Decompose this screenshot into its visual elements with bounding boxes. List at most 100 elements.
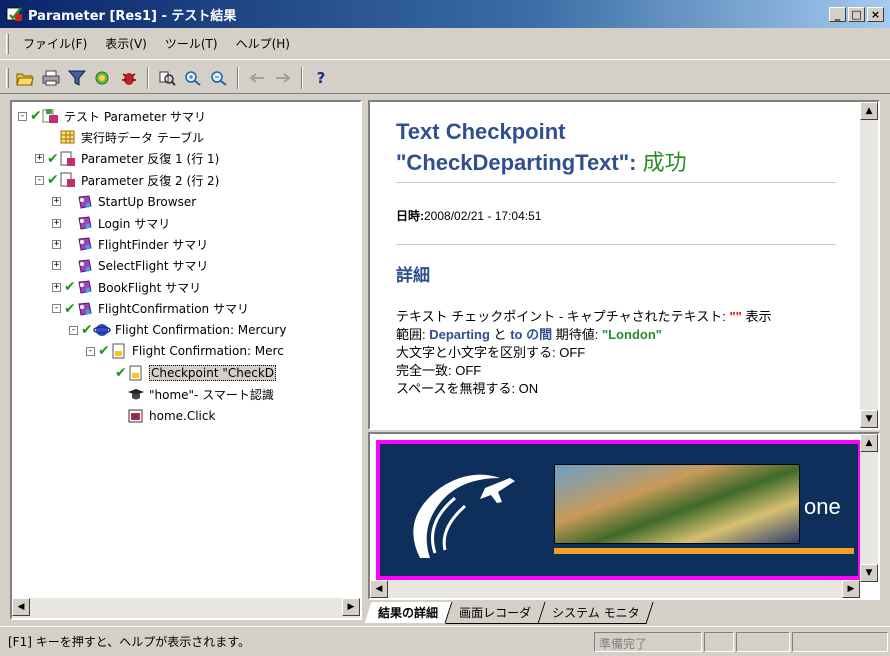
tree-node[interactable]: + SelectFlight サマリ (52, 256, 208, 276)
expand-icon[interactable]: + (52, 261, 61, 271)
expand-icon[interactable]: + (52, 239, 61, 249)
passed-check-icon: ✔ (64, 300, 76, 317)
tree-horizontal-scrollbar[interactable]: ◀ ▶ (12, 598, 360, 618)
result-details-pane: Text Checkpoint "CheckDepartingText": 成功… (368, 100, 880, 430)
scroll-right-icon[interactable]: ▶ (342, 598, 360, 616)
passed-check-icon: ✔ (47, 172, 59, 189)
menu-help[interactable]: ヘルプ(H) (227, 35, 299, 52)
toolbar-separator (147, 66, 149, 89)
collapse-icon[interactable]: - (86, 346, 95, 356)
tab-screen-recorder[interactable]: 画面レコーダ (445, 602, 546, 624)
expand-icon[interactable]: + (35, 154, 44, 164)
collapse-icon[interactable]: - (18, 111, 27, 121)
tree-node[interactable]: + Login サマリ (52, 213, 170, 233)
tree-node[interactable]: "home"- スマート認識 (103, 384, 274, 404)
results-tree: - ✔ テスト Parameter サマリ 実行時データ テーブル + ✔ Paramete… (14, 104, 360, 596)
tab-system-monitor[interactable]: システム モニタ (538, 602, 655, 624)
browser-icon (93, 322, 111, 338)
tree-node-label: Checkpoint "CheckD (149, 364, 277, 381)
action-icon (76, 194, 94, 210)
scroll-down-icon[interactable]: ▼ (860, 564, 878, 582)
scroll-left-icon[interactable]: ◀ (370, 580, 388, 598)
zoom-in-icon[interactable] (156, 67, 178, 89)
tree-node-label: FlightFinder サマリ (98, 237, 209, 252)
menu-tools[interactable]: ツール(T) (156, 35, 227, 52)
print-icon[interactable] (40, 67, 62, 89)
test-icon (42, 108, 60, 124)
click-icon (127, 408, 145, 424)
menu-view[interactable]: 表示(V) (96, 35, 156, 52)
tree-node-label: SelectFlight サマリ (98, 259, 209, 274)
tree-node[interactable]: - ✔ Flight Confirmation: Merc (86, 341, 284, 361)
tab-result-details[interactable]: 結果の詳細 (364, 602, 453, 623)
iteration-icon (59, 151, 77, 167)
scroll-up-icon[interactable]: ▲ (860, 434, 878, 452)
page-icon (110, 343, 128, 359)
detail-line-case: 大文字と小文字を区別する: OFF (396, 345, 586, 360)
status-panel (704, 631, 734, 652)
title-bar: Parameter [Res1] - テスト結果 _ □ × (0, 0, 890, 28)
tree-node[interactable]: ✔ Checkpoint "CheckD (103, 363, 277, 383)
checkpoint-status: 成功 (642, 150, 687, 175)
tree-node[interactable]: + ✔ BookFlight サマリ (52, 277, 201, 297)
banner-bar (554, 548, 854, 554)
capture-horizontal-scrollbar[interactable]: ◀ ▶ (370, 580, 860, 598)
close-button[interactable]: × (867, 6, 884, 22)
collapse-icon[interactable]: - (69, 325, 78, 335)
checkpoint-title: Text Checkpoint "CheckDepartingText": 成功 (396, 119, 687, 175)
menu-file[interactable]: ファイル(F) (14, 35, 96, 52)
captured-screenshot: one (376, 440, 862, 580)
bug-icon[interactable] (118, 67, 140, 89)
open-folder-icon[interactable] (14, 67, 36, 89)
tree-node-label: テスト Parameter サマリ (64, 109, 207, 124)
expand-icon[interactable]: + (52, 197, 61, 207)
tree-node[interactable]: - ✔ FlightConfirmation サマリ (52, 299, 249, 319)
tree-node[interactable]: - ✔ テスト Parameter サマリ (18, 106, 206, 126)
find-icon[interactable] (92, 67, 114, 89)
tree-node[interactable]: - ✔ Parameter 反復 2 (行 2) (35, 170, 219, 190)
status-panel (792, 631, 888, 652)
tree-node[interactable]: + StartUp Browser (52, 192, 196, 212)
action-icon (76, 279, 94, 295)
details-vertical-scrollbar[interactable]: ▲ ▼ (860, 102, 878, 428)
passed-check-icon: ✔ (47, 150, 59, 167)
tree-node-label: Parameter 反復 2 (行 2) (81, 173, 220, 188)
scroll-down-icon[interactable]: ▼ (860, 410, 878, 428)
scroll-right-icon[interactable]: ▶ (842, 580, 860, 598)
menu-bar: ファイル(F) 表示(V) ツール(T) ヘルプ(H) (0, 28, 890, 60)
help-icon[interactable]: ? (310, 67, 332, 89)
tree-node[interactable]: home.Click (103, 406, 215, 426)
results-tree-pane: - ✔ テスト Parameter サマリ 実行時データ テーブル + ✔ Paramete… (10, 100, 362, 620)
detail-line-captured: テキスト チェックポイント - キャプチャされたテキスト: "" 表示 (396, 309, 772, 324)
filter-icon[interactable] (66, 67, 88, 89)
maximize-button[interactable]: □ (848, 6, 865, 22)
tree-node-label: Flight Confirmation: Merc (132, 344, 284, 359)
minimize-button[interactable]: _ (829, 6, 846, 22)
tree-node[interactable]: 実行時データ テーブル (35, 127, 204, 147)
collapse-icon[interactable]: - (52, 304, 61, 314)
detail-line-spaces: スペースを無視する: ON (396, 381, 539, 396)
tree-node[interactable]: - ✔ Flight Confirmation: Mercury (69, 320, 286, 340)
scroll-up-icon[interactable]: ▲ (860, 102, 878, 120)
capture-vertical-scrollbar[interactable]: ▲ ▼ (860, 434, 878, 582)
forward-arrow-icon[interactable] (272, 67, 294, 89)
status-panel (736, 631, 790, 652)
airline-logo-icon (413, 474, 515, 558)
zoom-tree-icon[interactable] (182, 67, 204, 89)
table-icon (59, 129, 77, 145)
details-heading: 詳細 (396, 266, 430, 286)
expand-icon[interactable]: + (52, 282, 61, 292)
tree-node-label: "home"- スマート認識 (149, 387, 274, 402)
scroll-left-icon[interactable]: ◀ (12, 598, 30, 616)
zoom-node-icon[interactable] (208, 67, 230, 89)
banner-photo (554, 464, 800, 544)
expand-icon[interactable]: + (52, 218, 61, 228)
tree-node-label: Parameter 反復 1 (行 1) (81, 152, 220, 167)
action-icon (76, 236, 94, 252)
tree-node[interactable]: + ✔ Parameter 反復 1 (行 1) (35, 149, 219, 169)
back-arrow-icon[interactable] (246, 67, 268, 89)
window-title: Parameter [Res1] - テスト結果 (28, 8, 237, 24)
passed-check-icon: ✔ (81, 322, 93, 338)
collapse-icon[interactable]: - (35, 175, 44, 185)
tree-node[interactable]: + FlightFinder サマリ (52, 234, 208, 254)
